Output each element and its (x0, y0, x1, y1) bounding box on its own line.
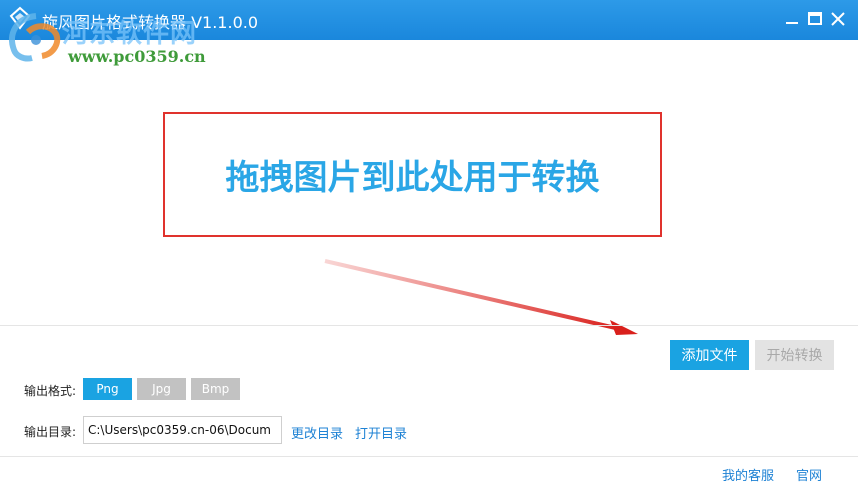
output-dir-field[interactable]: C:\Users\pc0359.cn-06\Docum (83, 416, 282, 444)
format-jpg-button[interactable]: Jpg (137, 378, 186, 400)
divider-bottom (0, 456, 858, 457)
annotation-arrow-icon (324, 259, 638, 335)
drop-hint: 拖拽图片到此处用于转换 (225, 158, 600, 198)
start-convert-button[interactable]: 开始转换 (755, 340, 834, 370)
drop-zone-box[interactable]: 拖拽图片到此处用于转换 (163, 112, 662, 237)
maximize-icon[interactable] (804, 8, 826, 30)
format-png-button[interactable]: Png (83, 378, 132, 400)
website-link[interactable]: 官网 (796, 465, 822, 484)
divider-top (0, 325, 858, 326)
add-files-button[interactable]: 添加文件 (670, 340, 749, 370)
support-link[interactable]: 我的客服 (722, 465, 774, 484)
change-dir-link[interactable]: 更改目录 (291, 423, 343, 442)
output-format-label: 输出格式: (24, 384, 77, 398)
format-bmp-button[interactable]: Bmp (191, 378, 240, 400)
minimize-icon[interactable] (781, 8, 803, 30)
open-dir-link[interactable]: 打开目录 (355, 423, 407, 442)
output-dir-label: 输出目录: (24, 425, 77, 439)
close-icon[interactable] (827, 8, 849, 30)
